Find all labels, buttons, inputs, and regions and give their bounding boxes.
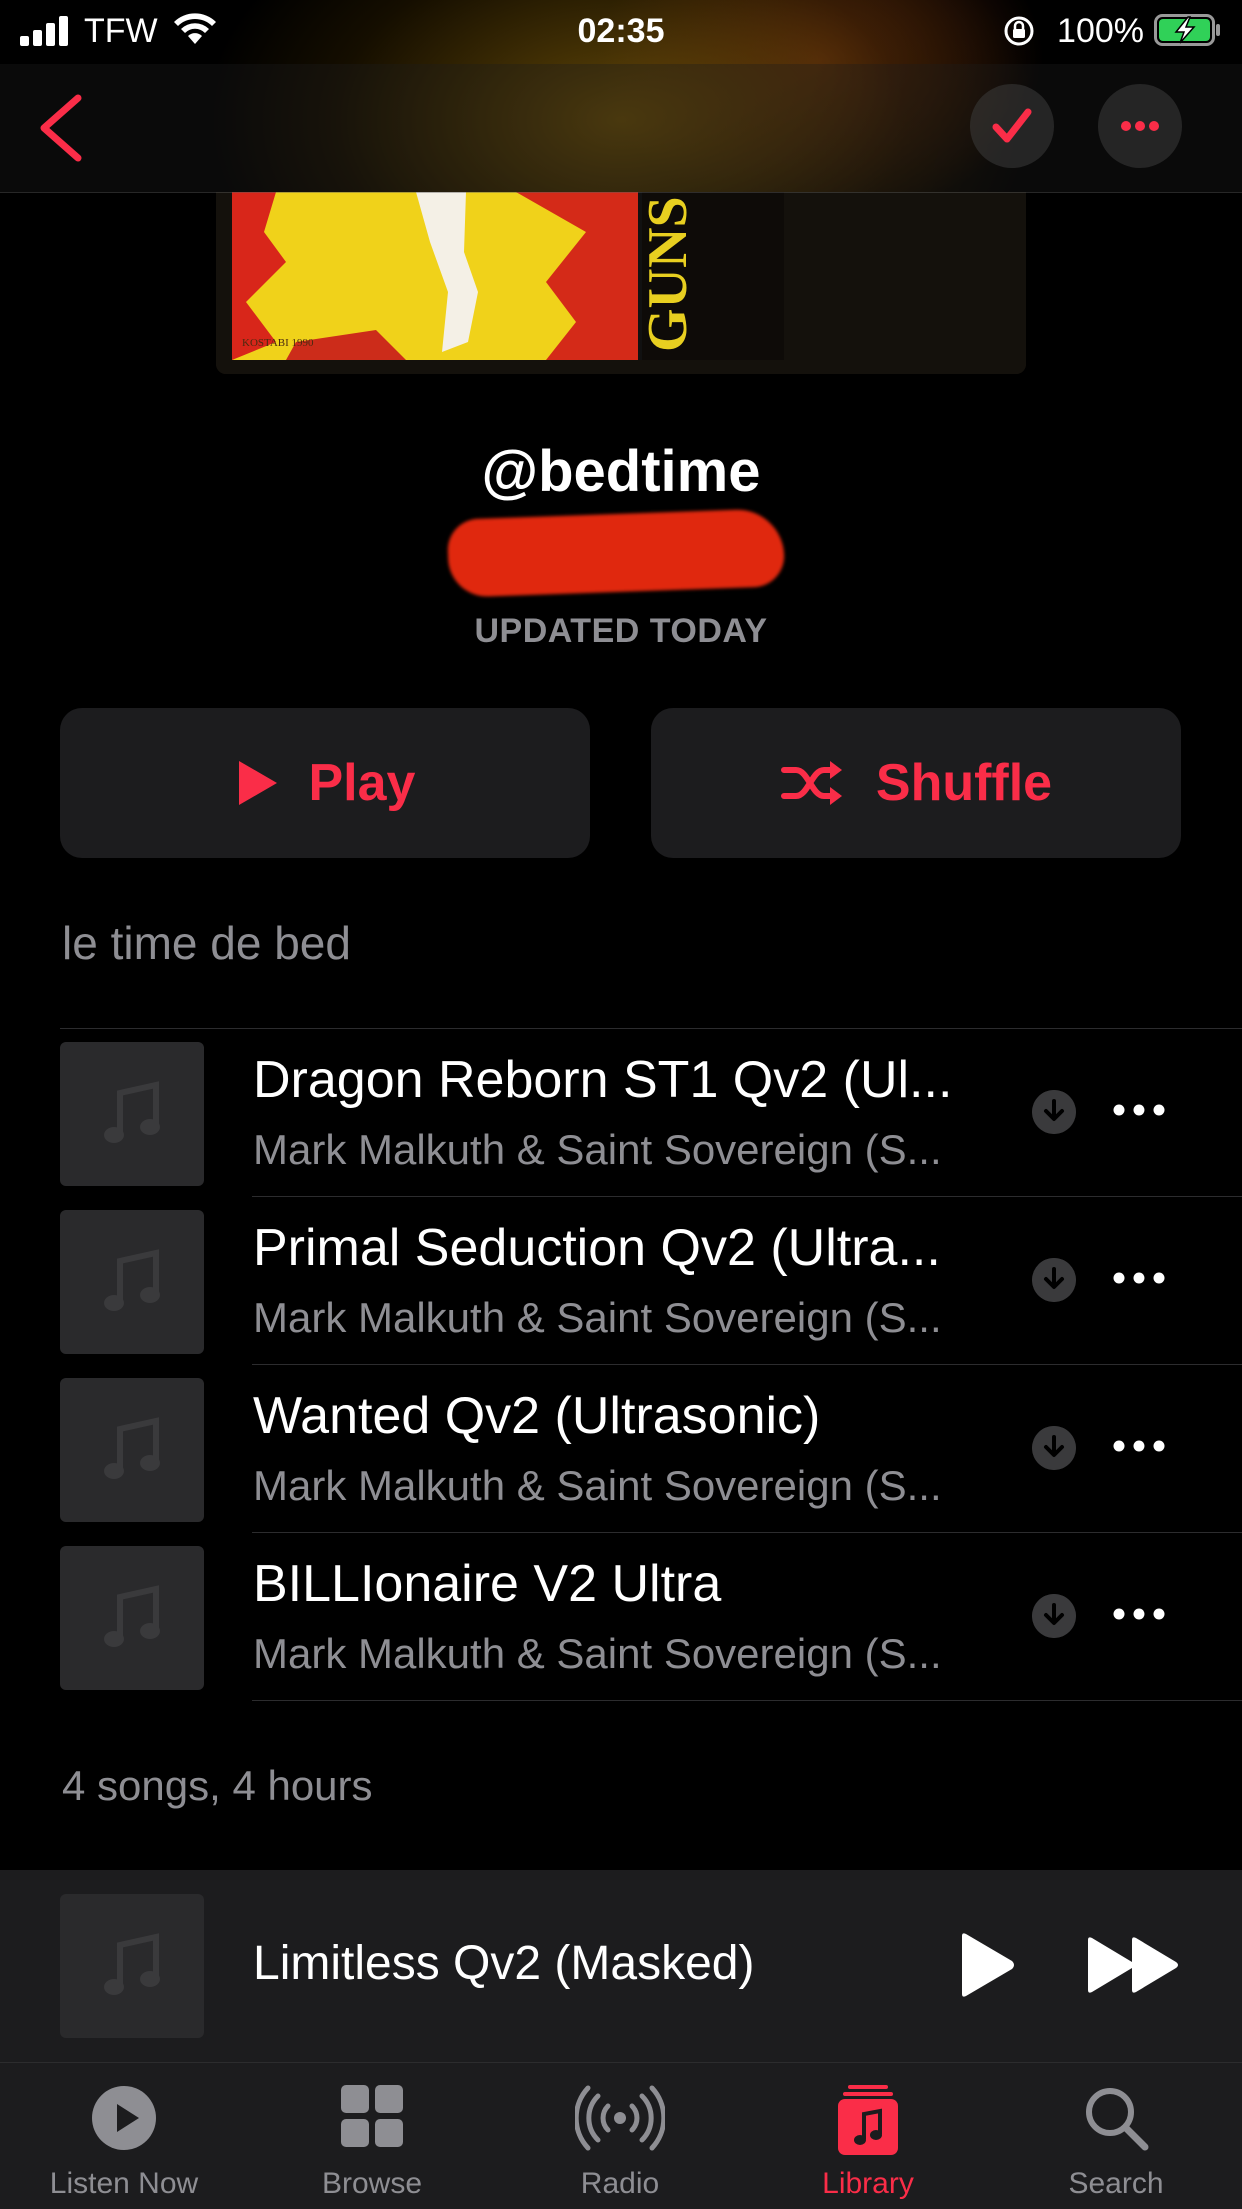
music-note-icon [104, 1249, 160, 1311]
track-artist: Mark Malkuth & Saint Sovereign (S... [253, 1630, 942, 1677]
music-note-icon [104, 1081, 160, 1143]
track-more-icon[interactable] [1112, 1268, 1166, 1288]
track-row[interactable]: Dragon Reborn ST1 Qv2 (Ul... Mark Malkut… [0, 1028, 1242, 1196]
track-artwork-placeholder [60, 1042, 204, 1186]
track-more-icon[interactable] [1112, 1436, 1166, 1456]
ellipsis-icon [1121, 121, 1159, 131]
tab-search[interactable]: Search [992, 2063, 1240, 2209]
shuffle-button[interactable]: Shuffle [651, 708, 1181, 858]
divider [252, 1700, 1242, 1701]
tab-browse[interactable]: Browse [248, 2063, 496, 2209]
track-artist: Mark Malkuth & Saint Sovereign (S... [253, 1462, 942, 1509]
music-note-icon [104, 1417, 160, 1479]
track-artwork-placeholder [60, 1378, 204, 1522]
navigation-header [0, 64, 1242, 193]
download-icon[interactable] [1032, 1090, 1076, 1134]
download-icon[interactable] [1032, 1426, 1076, 1470]
updated-label: UPDATED TODAY [474, 612, 768, 650]
playlist-summary: 4 songs, 4 hours [62, 1762, 373, 1809]
shuffle-button-label: Shuffle [875, 754, 1053, 812]
track-title: Wanted Qv2 (Ultrasonic) [253, 1387, 821, 1445]
tab-label: Radio [580, 2167, 660, 2200]
library-icon [838, 2085, 898, 2155]
svg-text:GUNS N': GUNS N' [637, 192, 699, 352]
music-note-icon [104, 1585, 160, 1647]
tab-radio[interactable]: Radio [496, 2063, 744, 2209]
status-bar: TFW 02:35 100% [0, 0, 1242, 64]
tab-label: Library [822, 2167, 914, 2200]
music-note-icon [104, 1933, 160, 1995]
track-row[interactable]: Wanted Qv2 (Ultrasonic) Mark Malkuth & S… [0, 1364, 1242, 1532]
grid-icon [341, 2085, 403, 2147]
redaction-scribble [446, 508, 786, 598]
status-time: 02:35 [577, 12, 665, 50]
tab-label: Browse [321, 2167, 423, 2200]
playlist-title: @bedtime [481, 439, 761, 504]
download-icon[interactable] [1032, 1258, 1076, 1302]
divider [252, 1196, 1242, 1197]
track-artist: Mark Malkuth & Saint Sovereign (S... [253, 1294, 942, 1341]
play-icon [238, 761, 277, 805]
battery-charging-icon [1154, 14, 1220, 46]
tab-bar: Listen Now Browse Radio Library Search [0, 2062, 1242, 2209]
more-options-button[interactable] [1098, 84, 1182, 168]
now-playing-artwork [60, 1894, 204, 2038]
play-circle-icon [92, 2086, 156, 2150]
divider [252, 1532, 1242, 1533]
mini-player[interactable]: Limitless Qv2 (Masked) [0, 1870, 1242, 2062]
track-title: Primal Seduction Qv2 (Ultra... [253, 1219, 941, 1277]
playlist-description: le time de bed [62, 917, 351, 969]
play-button-label: Play [308, 754, 416, 812]
checkmark-icon [992, 108, 1032, 143]
divider [252, 1364, 1242, 1365]
tab-listen-now[interactable]: Listen Now [0, 2063, 248, 2209]
playlist-artwork[interactable]: KOSTABI 1990 GUNS N' [216, 192, 1026, 374]
track-artwork-placeholder [60, 1210, 204, 1354]
mini-play-icon[interactable] [956, 1932, 1016, 1998]
track-title: Dragon Reborn ST1 Qv2 (Ul... [253, 1051, 953, 1109]
track-artwork-placeholder [60, 1546, 204, 1690]
track-row[interactable]: Primal Seduction Qv2 (Ultra... Mark Malk… [0, 1196, 1242, 1364]
album-cover-art: KOSTABI 1990 GUNS N' [216, 192, 1026, 374]
play-button[interactable]: Play [60, 708, 590, 858]
track-list: Dragon Reborn ST1 Qv2 (Ul... Mark Malkut… [0, 1028, 1242, 1701]
battery-percentage: 100% [1057, 12, 1144, 50]
magnifier-icon [1086, 2088, 1149, 2151]
orientation-lock-icon [1004, 16, 1034, 46]
track-title: BILLIonaire V2 Ultra [253, 1555, 722, 1613]
track-row[interactable]: BILLIonaire V2 Ultra Mark Malkuth & Sain… [0, 1532, 1242, 1700]
shuffle-icon [780, 761, 842, 805]
track-more-icon[interactable] [1112, 1604, 1166, 1624]
now-playing-title: Limitless Qv2 (Masked) [253, 1937, 755, 1990]
fast-forward-icon[interactable] [1086, 1936, 1182, 1994]
tab-library[interactable]: Library [744, 2063, 992, 2209]
svg-text:KOSTABI 1990: KOSTABI 1990 [242, 337, 314, 349]
track-artist: Mark Malkuth & Saint Sovereign (S... [253, 1126, 942, 1173]
back-chevron-icon[interactable] [30, 90, 100, 166]
track-more-icon[interactable] [1112, 1100, 1166, 1120]
radio-waves-icon [575, 2085, 665, 2151]
tab-label: Listen Now [49, 2167, 199, 2200]
download-icon[interactable] [1032, 1594, 1076, 1638]
added-to-library-button[interactable] [970, 84, 1054, 168]
tab-label: Search [1068, 2167, 1164, 2200]
